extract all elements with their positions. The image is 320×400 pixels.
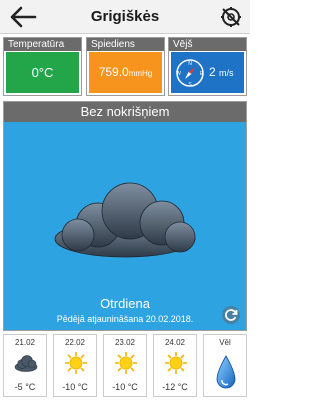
condition-text: Bez nokrišņiem	[4, 102, 246, 122]
location-off-icon[interactable]	[220, 6, 242, 28]
forecast-date: 24.02	[164, 338, 186, 347]
svg-text:N: N	[188, 61, 192, 67]
forecast-day[interactable]: 23.02 -10 °C	[103, 334, 147, 397]
forecast-temp: -10 °C	[62, 382, 88, 392]
temperature-value: 0°C	[31, 65, 54, 80]
cloud-icon	[14, 355, 38, 372]
forecast-day[interactable]: 24.02 -12 °C	[153, 334, 197, 397]
sky-area: Otrdiena Pēdējā atjaunināšana 20.02.2018…	[4, 122, 246, 330]
sun-icon	[165, 352, 187, 374]
location-title: Grigiškės	[90, 8, 160, 25]
pressure-value: 759.0	[98, 65, 129, 79]
pressure-tile[interactable]: Spiediens 759.0mmHg	[86, 37, 165, 96]
forecast-day[interactable]: 22.02 -10 °C	[53, 334, 97, 397]
forecast-day[interactable]: 21.02 -5 °C	[3, 334, 47, 397]
forecast-date: 21.02	[14, 338, 36, 347]
top-bar: Grigiškės	[0, 0, 250, 34]
pressure-body: 759.0mmHg	[89, 52, 162, 93]
temperature-tile[interactable]: Temperatūra 0°C	[3, 37, 82, 96]
back-arrow-icon[interactable]	[8, 4, 38, 30]
wind-unit: m/s	[219, 68, 234, 78]
forecast-temp: -5 °C	[14, 382, 36, 392]
water-drop-icon	[216, 355, 236, 389]
sun-icon	[115, 352, 137, 374]
pressure-unit: mmHg	[128, 69, 153, 78]
wind-tile[interactable]: Vējš N S W E 2 m/s	[168, 37, 247, 96]
compass-icon: N S W E	[176, 59, 204, 88]
refresh-icon[interactable]	[221, 305, 241, 325]
svg-text:W: W	[176, 71, 181, 77]
svg-text:S: S	[188, 82, 192, 88]
temperature-label: Temperatūra	[4, 38, 81, 51]
pressure-label: Spiediens	[87, 38, 164, 51]
last-updated: Pēdējā atjaunināšana 20.02.2018.	[56, 314, 194, 324]
temperature-body: 0°C	[6, 52, 79, 93]
current-weather-panel: Bez nokrišņiem Otrdiena Pēdējā atjauninā…	[3, 101, 247, 331]
forecast-date: 23.02	[114, 338, 136, 347]
more-label: Vēl	[219, 338, 231, 347]
forecast-row: 21.02 -5 °C 22.02 -10 °C 23.02 -10 °C 24…	[3, 334, 247, 397]
forecast-temp: -10 °C	[112, 382, 138, 392]
wind-reading: 2 m/s	[209, 65, 234, 79]
day-name: Otrdiena	[100, 296, 150, 311]
forecast-temp: -12 °C	[162, 382, 188, 392]
wind-value: 2	[209, 65, 216, 79]
forecast-date: 22.02	[64, 338, 86, 347]
more-button[interactable]: Vēl	[203, 334, 247, 397]
wind-label: Vējš	[169, 38, 246, 51]
sun-icon	[65, 352, 87, 374]
pressure-reading: 759.0mmHg	[89, 65, 162, 79]
cloud-icon	[54, 182, 196, 258]
wind-body: N S W E 2 m/s	[171, 52, 244, 93]
